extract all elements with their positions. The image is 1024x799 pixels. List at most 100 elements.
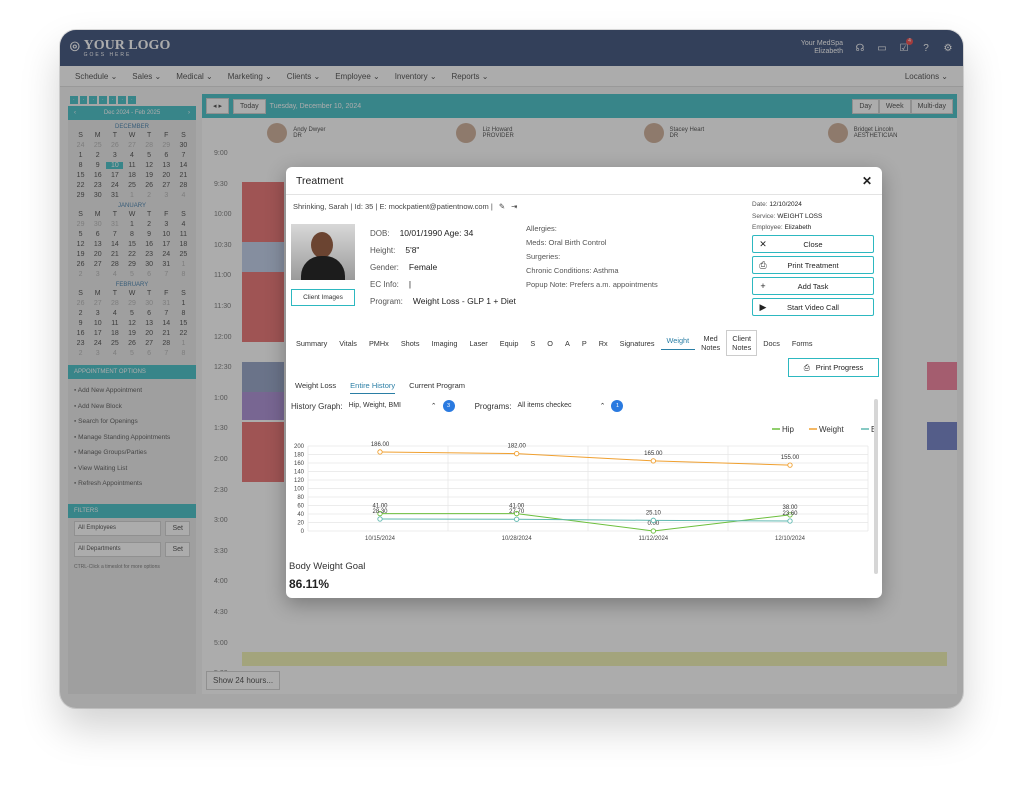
chevron-icon: ⌃ [599,403,606,410]
y-tick-label: 160 [294,461,305,467]
data-label-bmi: 27.70 [509,509,525,515]
goal-value: 86.11% [289,577,330,591]
close-button[interactable]: ✕ Close [752,235,874,253]
surgeries: Surgeries: [526,252,561,261]
y-tick-label: 100 [294,487,305,493]
history-controls: History Graph: Hip, Weight, BMI ⌃ 3 Progr… [291,400,624,412]
data-label-bmi: 23.60 [782,511,798,517]
export-icon[interactable]: ⇥ [511,202,517,211]
video-icon: ▶ [759,301,767,312]
tab-pmhx[interactable]: PMHx [363,339,395,348]
tab-p[interactable]: P [576,339,593,348]
meds: Meds: Oral Birth Control [526,238,607,247]
close-icon[interactable]: ✕ [862,174,872,188]
data-label-weight: 165.00 [644,451,663,457]
tab-laser[interactable]: Laser [463,339,493,348]
data-point-weight [377,449,383,455]
allergies: Allergies: [526,224,557,233]
programs-select[interactable]: All items checkec ⌃ [517,402,605,410]
data-label-bmi: 25.10 [646,510,662,516]
tab-docs[interactable]: Docs [757,339,786,348]
data-label-weight: 182.00 [507,444,526,450]
y-tick-label: 200 [294,444,305,450]
y-tick-label: 40 [297,512,304,518]
tab-weight[interactable]: Weight [660,336,696,350]
program-value: Weight Loss - GLP 1 + Diet [412,296,516,306]
x-tick-label: 10/28/2024 [502,536,533,542]
tab-med-notes[interactable]: Med Notes [695,334,726,352]
x-tick-label: 11/12/2024 [639,536,669,542]
ec-value: | [408,279,412,289]
x-tick-label: 10/15/2024 [365,536,396,542]
y-tick-label: 60 [297,504,304,510]
data-point-weight [650,458,656,464]
data-label-bmi: 28.30 [372,509,388,515]
data-label-hip: 38.00 [782,505,798,511]
tab-equip[interactable]: Equip [494,339,525,348]
y-tick-label: 0 [301,529,305,535]
goal-label: Body Weight Goal [289,561,366,572]
patient-line: Shrinking, Sarah | Id: 35 | E: mockpatie… [293,202,518,211]
printer-icon: ⎙ [803,362,810,372]
edit-icon[interactable]: ✎ [499,202,505,211]
modal-header: Treatment ✕ [286,167,882,195]
chevron-icon: ⌃ [430,403,437,410]
add-task-button[interactable]: + Add Task [752,277,874,295]
history-count-badge: 3 [442,400,455,412]
data-point-bmi [377,516,383,522]
gender-value: Female [408,262,438,272]
client-images-button[interactable]: Client Images [291,289,355,306]
treatment-tabs: Summary Vitals PMHx Shots Imaging Laser Equip S… [290,327,819,359]
subtab-current-program[interactable]: Current Program [409,381,465,394]
tab-a[interactable]: A [559,339,576,348]
dob-value: 10/01/1990 Age: 34 [399,228,474,238]
tab-forms[interactable]: Forms [786,339,819,348]
series-line-bmi [379,518,791,522]
legend-label-hip: Hip [782,425,795,434]
tab-signatures[interactable]: Signatures [614,339,661,348]
patient-photo [291,224,355,280]
y-tick-label: 120 [294,478,305,484]
modal-title: Treatment [296,174,344,187]
patient-info: DOB: 10/01/1990 Age: 34 Height: 5'8" Gende… [370,228,516,306]
chronic-conditions: Chronic Conditions: Asthma [526,266,619,275]
data-point-hip [650,528,656,534]
y-tick-label: 20 [297,521,304,527]
tab-o[interactable]: O [541,339,559,348]
tab-client-notes[interactable]: Client Notes [726,330,758,356]
print-treatment-button[interactable]: ⎙ Print Treatment [752,256,874,274]
tab-s[interactable]: S [524,339,541,348]
height-value: 5'8" [405,245,420,255]
tab-rx[interactable]: Rx [593,339,614,348]
treatment-modal: Treatment ✕ Shrinking, Sarah | Id: 35 | … [286,167,882,598]
y-tick-label: 180 [294,453,305,459]
y-tick-label: 80 [297,495,304,501]
programs-count-badge: 1 [611,400,624,412]
data-point-bmi [650,517,656,523]
tab-summary[interactable]: Summary [290,339,333,348]
y-tick-label: 140 [294,470,305,476]
weight-history-chart: 0 20 40 60 80 100 120 140 160 180 200 10/15/2024 10/… [294,425,874,542]
tab-vitals[interactable]: Vitals [333,339,363,348]
data-point-weight [514,451,520,457]
data-point-bmi [787,518,793,524]
subtab-entire-history[interactable]: Entire History [350,381,396,394]
plus-icon: + [760,281,766,291]
history-graph-select[interactable]: Hip, Weight, BMI ⌃ [349,402,437,410]
treatment-meta: Date: 12/10/2024 Service: WEIGHT LOSS Em… [752,201,823,231]
x-tick-label: 12/10/2024 [775,536,806,542]
tab-imaging[interactable]: Imaging [425,339,463,348]
data-label-weight: 186.00 [371,442,390,448]
printer-icon: ⎙ [759,259,767,270]
data-point-weight [787,462,793,468]
legend-label-weight: Weight [819,425,845,434]
data-point-bmi [514,516,520,522]
subtab-weight-loss[interactable]: Weight Loss [295,381,336,394]
video-call-button[interactable]: ▶ Start Video Call [752,298,874,316]
data-label-weight: 155.00 [781,455,800,461]
print-progress-button[interactable]: ⎙ Print Progress [788,358,879,377]
popup-note: Popup Note: Prefers a.m. appointments [526,280,658,289]
tab-shots[interactable]: Shots [395,339,426,348]
medical-info: Allergies: Meds: Oral Birth Control Surg… [526,222,658,292]
chart-scrollbar[interactable] [874,399,878,574]
